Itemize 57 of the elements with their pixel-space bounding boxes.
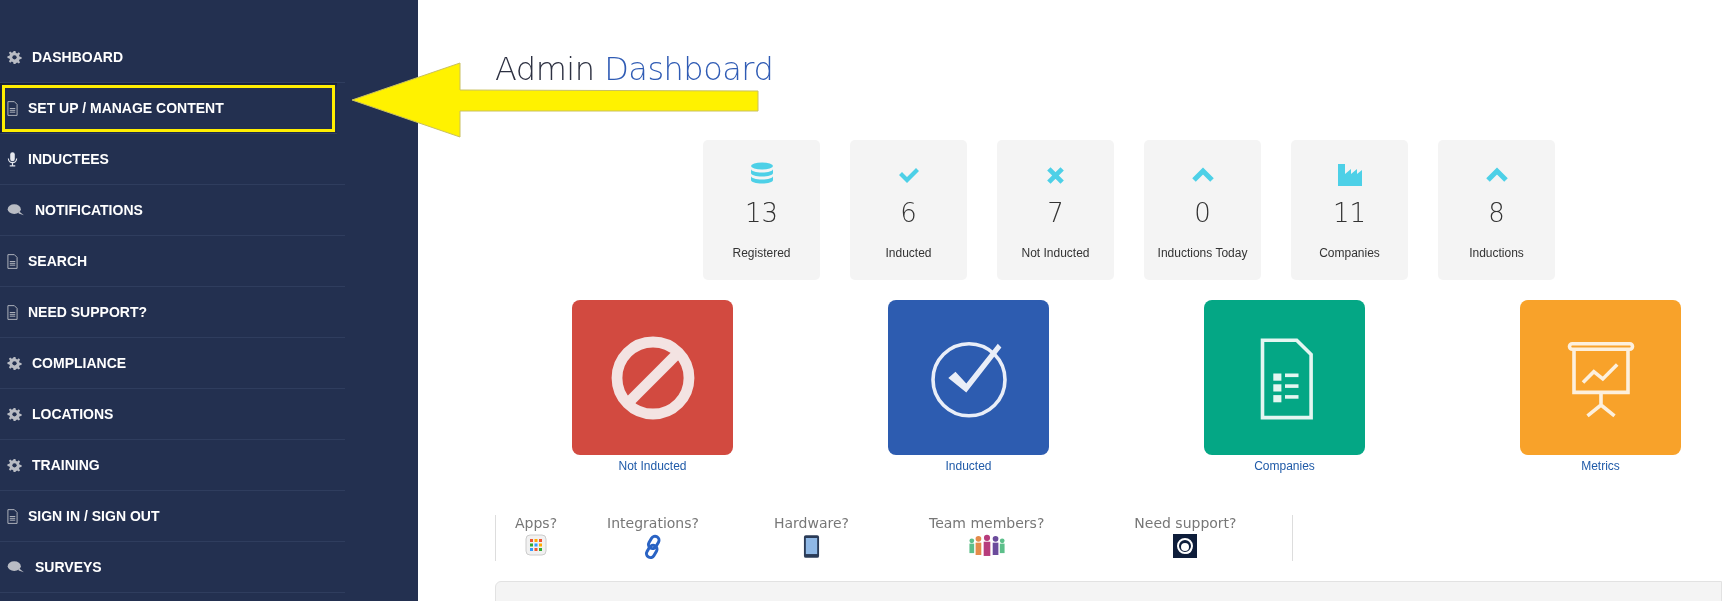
sidebar-item[interactable]: SIGN IN / SIGN OUT [0, 491, 345, 542]
stat-label: Inductions Today [1157, 246, 1248, 260]
people-group-icon [967, 534, 1006, 557]
stat-value: 11 [1332, 198, 1367, 228]
help-link[interactable]: Apps? [515, 515, 558, 531]
stat-label: Inducted [885, 246, 932, 260]
stat-label: Inductions [1469, 246, 1524, 260]
document-icon [7, 304, 18, 320]
stat-value: 13 [744, 198, 779, 228]
tile-link[interactable]: Metrics [1581, 459, 1620, 473]
sidebar-item[interactable]: LOCATIONS [0, 389, 345, 440]
sidebar-item[interactable]: SEARCH [0, 236, 345, 287]
speech-bubbles-icon [7, 203, 25, 217]
stat-value: 0 [1194, 198, 1211, 228]
help-link[interactable]: Team members? [929, 515, 1045, 531]
gear-icon [7, 406, 22, 422]
tile-link[interactable]: Inducted [945, 459, 992, 473]
tile-link[interactable]: Companies [1254, 459, 1315, 473]
chevron-up-icon [1190, 167, 1215, 183]
document-icon [7, 253, 18, 269]
sidebar-item[interactable]: INDUCTEES [0, 134, 345, 185]
speech-bubbles-icon [7, 560, 25, 574]
sidebar-item[interactable]: NEED SUPPORT? [0, 287, 345, 338]
action-tile[interactable] [572, 300, 733, 455]
headset-icon [1173, 534, 1198, 558]
document-icon [7, 100, 18, 116]
sidebar-item[interactable]: SURVEYS [0, 542, 345, 593]
stat-label: Not Inducted [1021, 246, 1090, 260]
document-icon [7, 508, 18, 524]
stat-value: 6 [900, 198, 917, 228]
sidebar-item[interactable]: NOTIFICATIONS [0, 185, 345, 236]
cross-icon [1046, 165, 1065, 185]
help-link[interactable]: Need support? [1134, 515, 1237, 531]
factory-icon [1336, 163, 1363, 187]
page-title: Admin Dashboard [495, 50, 775, 88]
chain-link-icon [643, 534, 663, 560]
sidebar-item[interactable]: TRAINING [0, 440, 345, 491]
action-tile[interactable] [1204, 300, 1365, 455]
gear-icon [7, 355, 22, 371]
sidebar-item[interactable]: SET UP / MANAGE CONTENT [0, 83, 337, 134]
stat-value: 7 [1047, 198, 1064, 228]
tile-link[interactable]: Not Inducted [618, 459, 687, 473]
action-tile[interactable] [1520, 300, 1681, 455]
sidebar-item[interactable]: COMPLIANCE [0, 338, 345, 389]
help-link[interactable]: Integrations? [607, 515, 699, 531]
help-link[interactable]: Hardware? [773, 515, 849, 531]
action-tile[interactable] [888, 300, 1049, 455]
microphone-icon [7, 150, 18, 168]
gear-icon [7, 49, 22, 65]
chevron-up-icon [1484, 167, 1509, 183]
tablet-icon [802, 534, 820, 559]
app-grid-icon [525, 534, 548, 556]
gear-icon [7, 457, 22, 473]
stat-value: 8 [1488, 198, 1505, 228]
stat-label: Registered [732, 246, 791, 260]
sidebar-item[interactable]: DASHBOARD [0, 32, 345, 83]
stat-label: Companies [1319, 246, 1380, 260]
